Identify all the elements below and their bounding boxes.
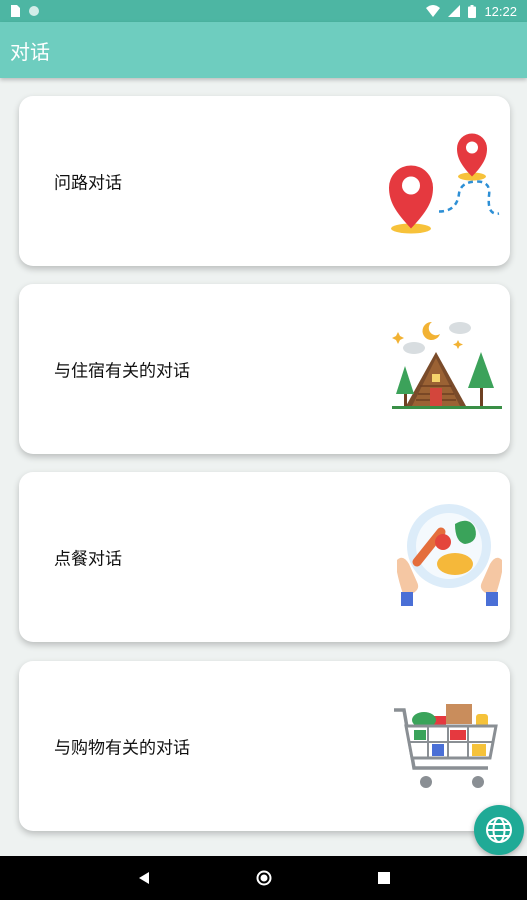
app-bar: 对话 [0,22,527,78]
nav-recents-button[interactable] [369,863,399,893]
card-shopping-dialog[interactable]: 与购物有关的对话 [19,661,510,831]
page-title: 对话 [10,39,50,64]
circle-notification-icon [29,6,39,16]
card-label: 问路对话 [54,173,122,194]
status-time: 12:22 [484,3,517,19]
card-ordering-dialog[interactable]: 点餐对话 [19,472,510,642]
recents-icon [377,872,390,884]
nav-home-button[interactable] [249,863,279,893]
language-fab[interactable] [474,805,524,855]
globe-icon [486,817,512,843]
status-bar: 12:22 [0,0,527,22]
wifi-icon [426,5,441,17]
cabin-icon [392,321,502,409]
shopping-cart-icon [394,704,498,788]
map-pins-icon [389,133,500,234]
card-label: 与购物有关的对话 [54,738,190,759]
back-icon [138,872,149,884]
card-label: 与住宿有关的对话 [54,361,190,382]
sim-card-icon [11,5,20,17]
navigation-bar [0,856,527,900]
card-label: 点餐对话 [54,549,122,570]
food-plate-icon [397,504,502,606]
card-directions-dialog[interactable]: 问路对话 [19,96,510,266]
card-accommodation-dialog[interactable]: 与住宿有关的对话 [19,284,510,454]
battery-icon [468,4,477,18]
home-icon [256,870,271,886]
status-right-icons: 12:22 [426,4,517,19]
nav-back-button[interactable] [129,863,159,893]
status-left-icons [10,5,40,17]
signal-icon [448,5,461,17]
